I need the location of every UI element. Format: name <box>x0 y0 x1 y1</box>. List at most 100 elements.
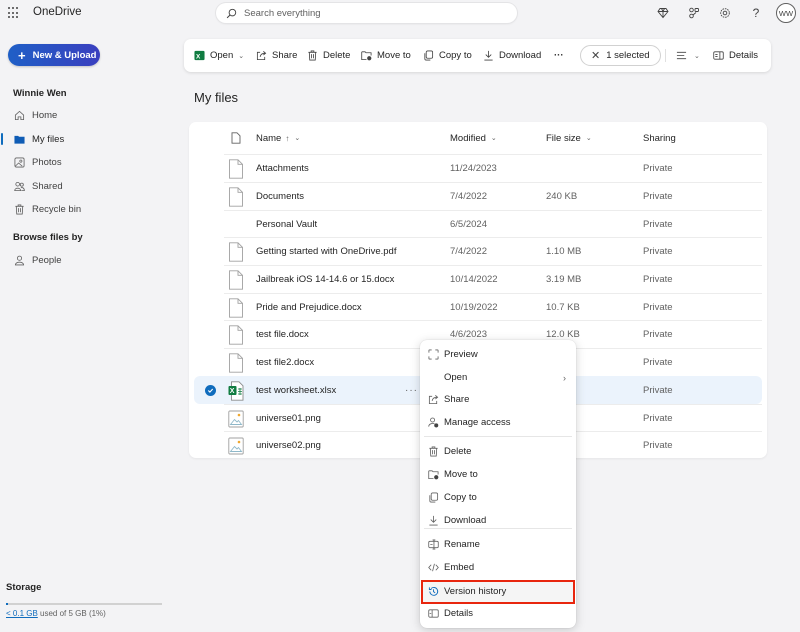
premium-diamond-icon[interactable] <box>655 5 671 21</box>
excel-file-icon: X <box>228 381 244 401</box>
clear-selection-button[interactable]: ✕ 1 selected <box>580 45 661 66</box>
sidebar-item-my-files[interactable]: My files <box>0 129 180 149</box>
image-file-icon <box>228 436 244 456</box>
menu-item-copy-to[interactable]: Copy to <box>420 486 576 509</box>
menu-item-share[interactable]: Share <box>420 388 576 411</box>
sidebar-item-photos[interactable]: Photos <box>0 152 180 172</box>
copy-to-button[interactable]: Copy to <box>423 39 472 72</box>
file-name[interactable]: universe01.png <box>256 405 321 432</box>
file-icon <box>228 187 244 207</box>
row-more-button[interactable]: ··· <box>405 377 418 404</box>
row-checkbox-checked-icon[interactable] <box>205 385 216 396</box>
file-name[interactable]: test file.docx <box>256 321 309 348</box>
sidebar-item-label: People <box>32 254 62 266</box>
file-sharing: Private <box>643 191 673 202</box>
file-name[interactable]: Getting started with OneDrive.pdf <box>256 238 396 265</box>
delete-button[interactable]: Delete <box>307 39 350 72</box>
menu-divider <box>424 528 572 529</box>
move-to-icon <box>361 51 372 61</box>
version-history-icon <box>428 587 439 596</box>
menu-item-move-to[interactable]: Move to <box>420 463 576 486</box>
file-name[interactable]: Pride and Prejudice.docx <box>256 294 362 321</box>
menu-item-label: Manage access <box>444 417 511 428</box>
download-button[interactable]: Download <box>483 39 541 72</box>
share-button[interactable]: Share <box>256 39 297 72</box>
sidebar-item-shared[interactable]: Shared <box>0 176 180 196</box>
file-name[interactable]: universe02.png <box>256 432 321 459</box>
file-sharing: Private <box>643 219 673 230</box>
file-modified: 7/4/2022 <box>450 191 487 202</box>
sidebar-item-home[interactable]: Home <box>0 105 180 125</box>
settings-gear-icon[interactable] <box>717 5 733 21</box>
file-name[interactable]: Jailbreak iOS 14-14.6 or 15.docx <box>256 266 394 293</box>
storage-bar-fill <box>6 603 8 605</box>
menu-item-label: Open <box>444 372 468 383</box>
storage-used-text: used of 5 GB (1%) <box>37 609 106 618</box>
avatar[interactable]: WW <box>776 3 796 23</box>
delete-label: Delete <box>323 50 351 61</box>
photos-icon <box>14 157 25 167</box>
new-upload-button[interactable]: + New & Upload <box>8 44 100 66</box>
column-header-modified[interactable]: Modified ⌄ <box>450 122 497 154</box>
table-row[interactable]: Jailbreak iOS 14-14.6 or 15.docx 10/14/20… <box>224 265 762 293</box>
menu-item-label: Move to <box>444 469 478 480</box>
app-title[interactable]: OneDrive <box>33 6 82 18</box>
file-size: 10.7 KB <box>546 302 580 313</box>
details-pane-icon <box>713 51 724 60</box>
menu-item-manage-access[interactable]: Manage access <box>420 411 576 434</box>
search-box[interactable] <box>216 3 517 23</box>
open-button[interactable]: X Open ⌄ <box>194 39 244 72</box>
menu-item-label: Rename <box>444 539 480 550</box>
file-icon <box>228 159 244 179</box>
view-options-button[interactable]: ⌄ <box>676 39 700 72</box>
table-row[interactable]: Getting started with OneDrive.pdf 7/4/202… <box>224 237 762 265</box>
menu-item-preview[interactable]: Preview <box>420 343 576 366</box>
download-label: Download <box>499 50 542 61</box>
storage-used-link[interactable]: < 0.1 GB <box>6 609 38 618</box>
menu-item-version-history[interactable]: Version history <box>420 580 576 603</box>
column-header-file-size[interactable]: File size ⌄ <box>546 122 592 154</box>
file-modified: 10/19/2022 <box>450 302 498 313</box>
excel-icon: X <box>194 50 205 60</box>
table-row[interactable]: Attachments 11/24/2023 Private <box>224 154 762 182</box>
rename-icon <box>428 539 439 550</box>
file-name[interactable]: test worksheet.xlsx <box>256 377 336 404</box>
chevron-down-icon: ⌄ <box>238 52 245 60</box>
move-to-button[interactable]: Move to <box>361 39 411 72</box>
menu-item-delete[interactable]: Delete <box>420 440 576 463</box>
menu-item-details[interactable]: Details <box>420 602 576 625</box>
menu-item-label: Version history <box>444 586 507 597</box>
sidebar-item-people[interactable]: People <box>0 250 180 270</box>
connect-icon[interactable] <box>686 5 702 21</box>
app-launcher-icon[interactable] <box>8 7 20 19</box>
details-button[interactable]: Details <box>713 39 758 72</box>
table-row[interactable]: Personal Vault 6/5/2024 Private <box>224 210 762 238</box>
folder-icon <box>14 135 25 144</box>
file-name[interactable]: Documents <box>256 183 304 210</box>
menu-item-open[interactable]: Open › <box>420 366 576 389</box>
storage-bar <box>6 603 162 605</box>
download-icon <box>429 515 438 526</box>
table-row[interactable]: Pride and Prejudice.docx 10/19/2022 10.7 K… <box>224 293 762 321</box>
table-row[interactable]: Documents 7/4/2022 240 KB Private <box>224 182 762 210</box>
menu-item-label: Copy to <box>444 492 477 503</box>
column-header-sharing[interactable]: Sharing <box>643 122 676 154</box>
more-options-button[interactable]: ··· <box>554 39 564 72</box>
download-icon <box>484 50 493 61</box>
file-icon <box>228 242 244 262</box>
file-name[interactable]: Personal Vault <box>256 211 317 238</box>
menu-item-label: Details <box>444 608 474 619</box>
chevron-down-icon: ⌄ <box>585 135 592 142</box>
file-name[interactable]: Attachments <box>256 155 309 182</box>
file-name[interactable]: test file2.docx <box>256 349 314 376</box>
sidebar-item-recycle-bin[interactable]: Recycle bin <box>0 199 180 219</box>
chevron-down-icon: ⌄ <box>490 135 497 142</box>
menu-item-rename[interactable]: Rename <box>420 533 576 556</box>
share-label: Share <box>272 50 298 61</box>
column-header-name[interactable]: Name ↑ ⌄ <box>256 122 300 154</box>
recycle-bin-icon <box>15 204 24 214</box>
help-icon[interactable]: ? <box>748 5 764 21</box>
search-input[interactable] <box>244 7 484 19</box>
menu-item-embed[interactable]: Embed <box>420 556 576 579</box>
column-label: Modified <box>450 132 486 144</box>
